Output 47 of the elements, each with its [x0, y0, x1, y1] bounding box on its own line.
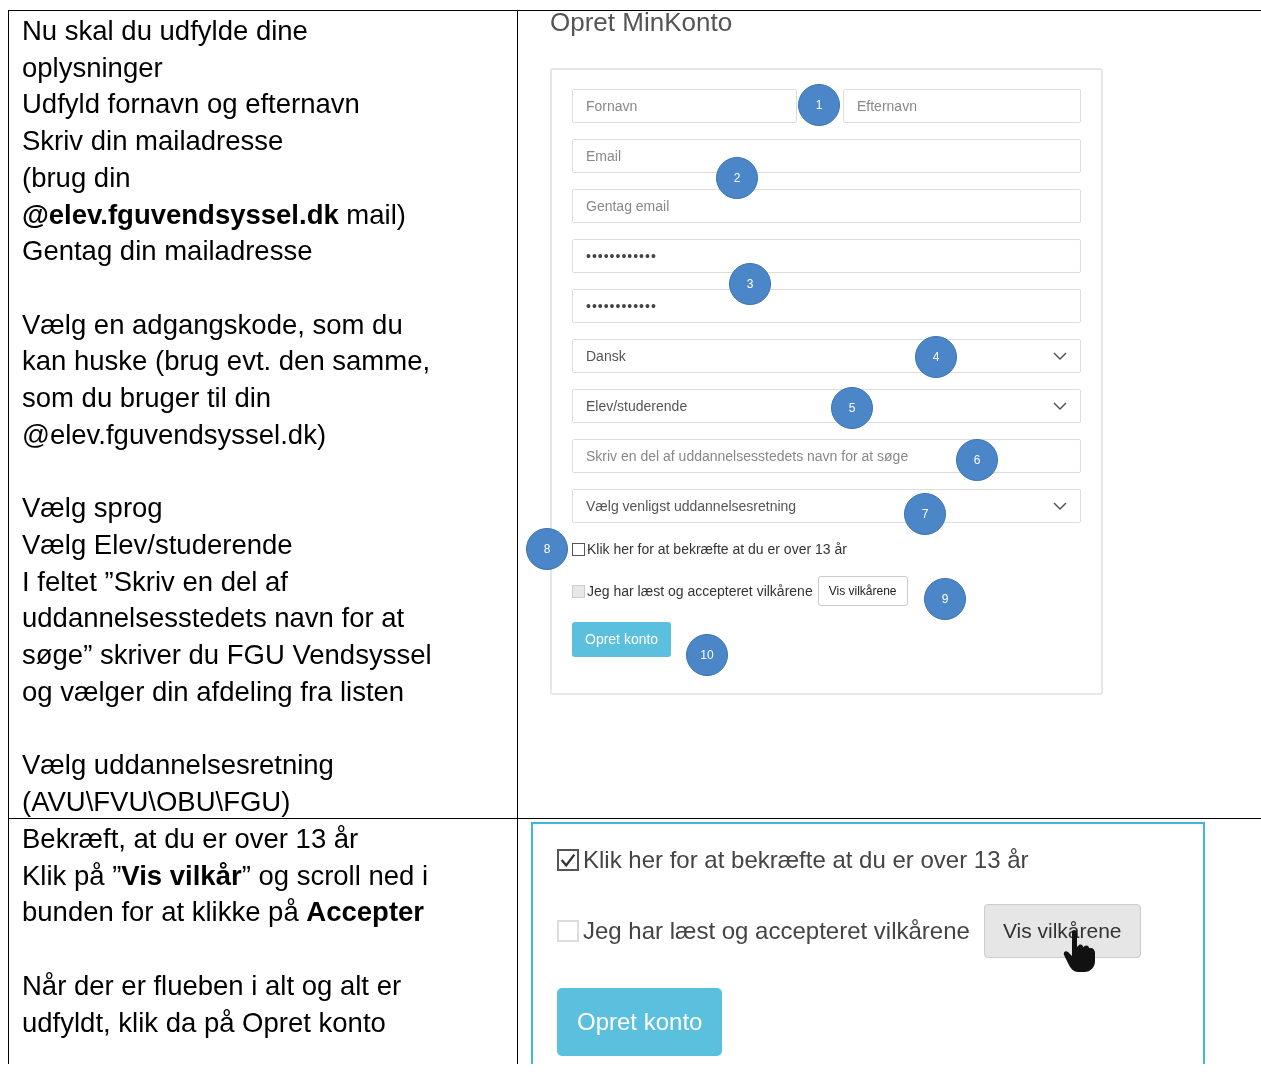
text-field[interactable]: Efternavn	[843, 89, 1081, 123]
instruction-text: Bekræft, at du er over 13 år	[22, 822, 360, 856]
instruction-text: som du bruger til din	[22, 381, 273, 415]
instruction-text: bunden for at klikke på Accepter	[22, 895, 426, 930]
instruction-text: og vælger din afdeling fra listen	[22, 674, 406, 709]
instruction-text: (brug din	[22, 160, 132, 195]
chevron-down-icon	[1053, 351, 1067, 361]
step-marker: 1	[798, 84, 840, 126]
instruction-text: I feltet ”Skriv en del af	[22, 564, 289, 599]
checkbox[interactable]	[557, 849, 579, 871]
instruction-text: @elev.fguvendsyssel.dk)	[22, 417, 328, 452]
instruction-text: Vælg Elev/studerende	[22, 527, 294, 562]
checkbox-label: Jeg har læst og accepteret vilkårene	[587, 581, 813, 601]
instruction-text: udfyldt, klik da på Opret konto	[22, 1005, 387, 1040]
instruction-text: Nu skal du udfylde dine	[22, 14, 309, 48]
instruction-text: Vælg en adgangskode, som du	[22, 307, 404, 342]
checkbox-label: Klik her for at bekræfte at du er over 13 år	[583, 845, 1029, 875]
step-marker: 8	[526, 528, 568, 570]
instruction-text: Gentag din mailadresse	[22, 234, 314, 269]
chevron-down-icon	[1053, 401, 1067, 411]
checkbox-label: Klik her for at bekræfte at du er over 13 år	[587, 540, 847, 559]
form-title: Opret MinKonto	[550, 11, 734, 37]
instruction-text: uddannelsesstedets navn for at	[22, 601, 406, 636]
instruction-text: (AVU\FVU\OBU\FGU)	[22, 784, 292, 819]
password-field[interactable]: ••••••••••••	[572, 289, 1081, 323]
text-field[interactable]: Email	[572, 139, 1081, 173]
instruction-text: @elev.fguvendsyssel.dk mail)	[22, 197, 407, 232]
step-marker: 9	[924, 578, 966, 620]
instruction-text: Klik på ”Vis vilkår” og scroll ned i	[22, 858, 430, 893]
password-field[interactable]: ••••••••••••	[572, 239, 1081, 273]
step-marker: 4	[915, 336, 957, 378]
instruction-text: søge” skriver du FGU Vendsyssel	[22, 637, 433, 672]
instruction-text: Når der er flueben i alt og alt er	[22, 968, 403, 1003]
instruction-text: Vælg uddannelsesretning	[22, 748, 335, 782]
checkbox[interactable]	[572, 543, 585, 556]
instruction-text: Udfyld fornavn og efternavn	[22, 87, 361, 122]
terms-button[interactable]: Vis vilkårene	[817, 576, 908, 606]
step-marker: 5	[831, 387, 873, 429]
instruction-text: oplysninger	[22, 50, 164, 85]
checkbox-label: Jeg har læst og accepteret vilkårene	[583, 915, 970, 946]
text-field[interactable]: Gentag email	[572, 189, 1081, 223]
chevron-down-icon	[1053, 501, 1067, 511]
text-field[interactable]: Fornavn	[572, 89, 797, 123]
instruction-text: Skriv din mailadresse	[22, 124, 285, 159]
step-marker: 10	[686, 634, 728, 676]
instruction-text: Vælg sprog	[22, 491, 164, 526]
instruction-text: kan huske (brug evt. den samme,	[22, 344, 432, 379]
